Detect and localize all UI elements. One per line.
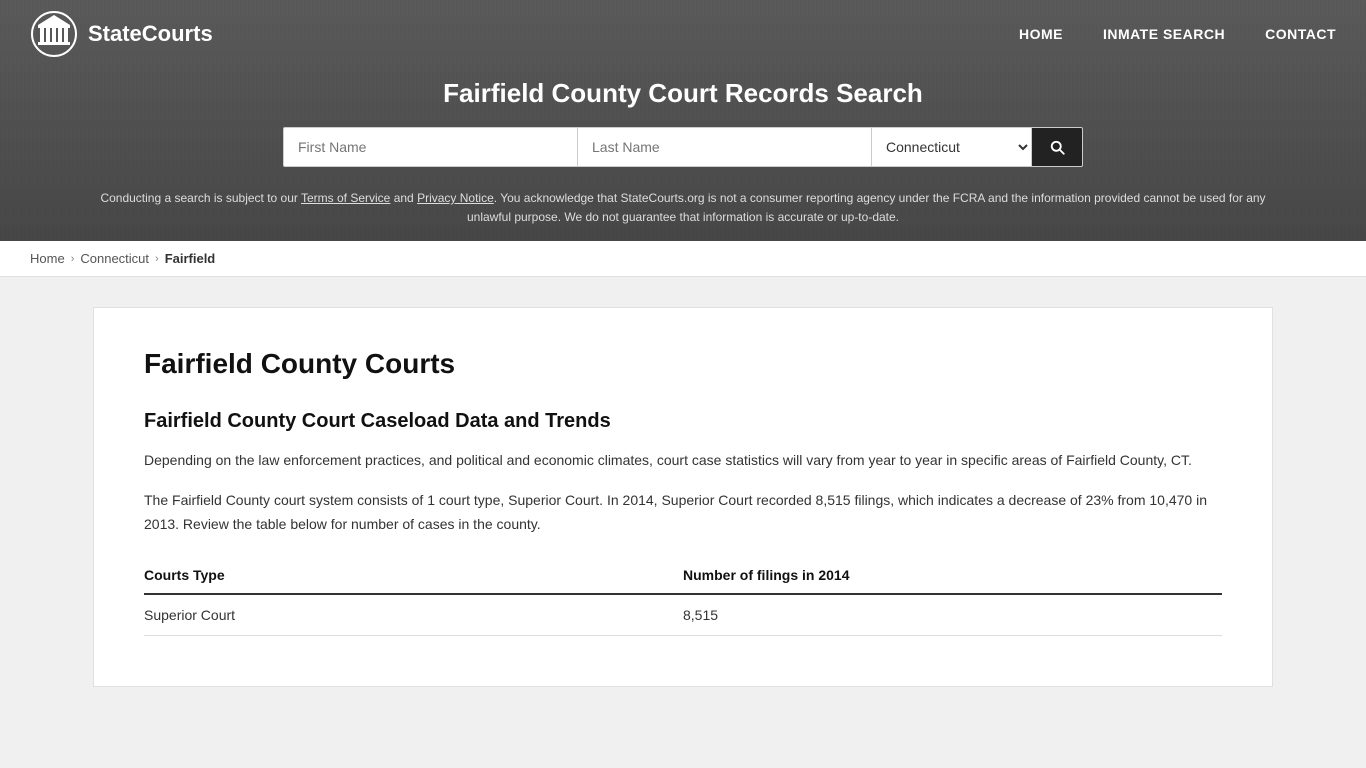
logo-text: StateCourts	[88, 21, 213, 47]
main-nav: HOME INMATE SEARCH CONTACT	[1019, 26, 1336, 42]
search-bar-inner: Select State Alabama Alaska Arizona Arka…	[283, 127, 1083, 167]
caseload-table: Courts Type Number of filings in 2014 Su…	[144, 557, 1222, 636]
table-row: Superior Court 8,515	[144, 594, 1222, 636]
section-heading: Fairfield County Court Caseload Data and…	[144, 410, 1222, 433]
first-name-input[interactable]	[284, 128, 578, 166]
paragraph-1: Depending on the law enforcement practic…	[144, 449, 1222, 473]
search-bar: Select State Alabama Alaska Arizona Arka…	[0, 127, 1366, 183]
col-filings: Number of filings in 2014	[683, 557, 1222, 594]
page-main-title: Fairfield County Court Records Search	[443, 78, 923, 108]
breadcrumb-sep-2: ›	[155, 253, 159, 265]
logo-icon	[30, 10, 78, 58]
paragraph-2: The Fairfield County court system consis…	[144, 489, 1222, 537]
header: StateCourts HOME INMATE SEARCH CONTACT F…	[0, 0, 1366, 241]
state-select[interactable]: Select State Alabama Alaska Arizona Arka…	[872, 128, 1032, 166]
main-content: Fairfield County Courts Fairfield County…	[93, 307, 1273, 686]
last-name-input[interactable]	[578, 128, 872, 166]
nav-home[interactable]: HOME	[1019, 26, 1063, 42]
breadcrumb-state[interactable]: Connecticut	[80, 251, 149, 266]
nav-inmate-search[interactable]: INMATE SEARCH	[1103, 26, 1225, 42]
page-heading: Fairfield County Courts	[144, 348, 1222, 380]
nav-contact[interactable]: CONTACT	[1265, 26, 1336, 42]
header-top: StateCourts HOME INMATE SEARCH CONTACT	[0, 0, 1366, 68]
terms-link[interactable]: Terms of Service	[301, 191, 390, 205]
breadcrumb-home[interactable]: Home	[30, 251, 65, 266]
logo-link[interactable]: StateCourts	[30, 10, 213, 58]
header-title: Fairfield County Court Records Search	[0, 68, 1366, 127]
filings-cell: 8,515	[683, 594, 1222, 636]
breadcrumb-county: Fairfield	[165, 251, 216, 266]
search-icon	[1048, 138, 1066, 156]
breadcrumb-sep-1: ›	[71, 253, 75, 265]
col-courts-type: Courts Type	[144, 557, 683, 594]
disclaimer: Conducting a search is subject to our Te…	[0, 183, 1366, 241]
search-button[interactable]	[1032, 128, 1082, 166]
breadcrumb: Home › Connecticut › Fairfield	[0, 241, 1366, 277]
privacy-link[interactable]: Privacy Notice	[417, 191, 494, 205]
court-type-cell: Superior Court	[144, 594, 683, 636]
